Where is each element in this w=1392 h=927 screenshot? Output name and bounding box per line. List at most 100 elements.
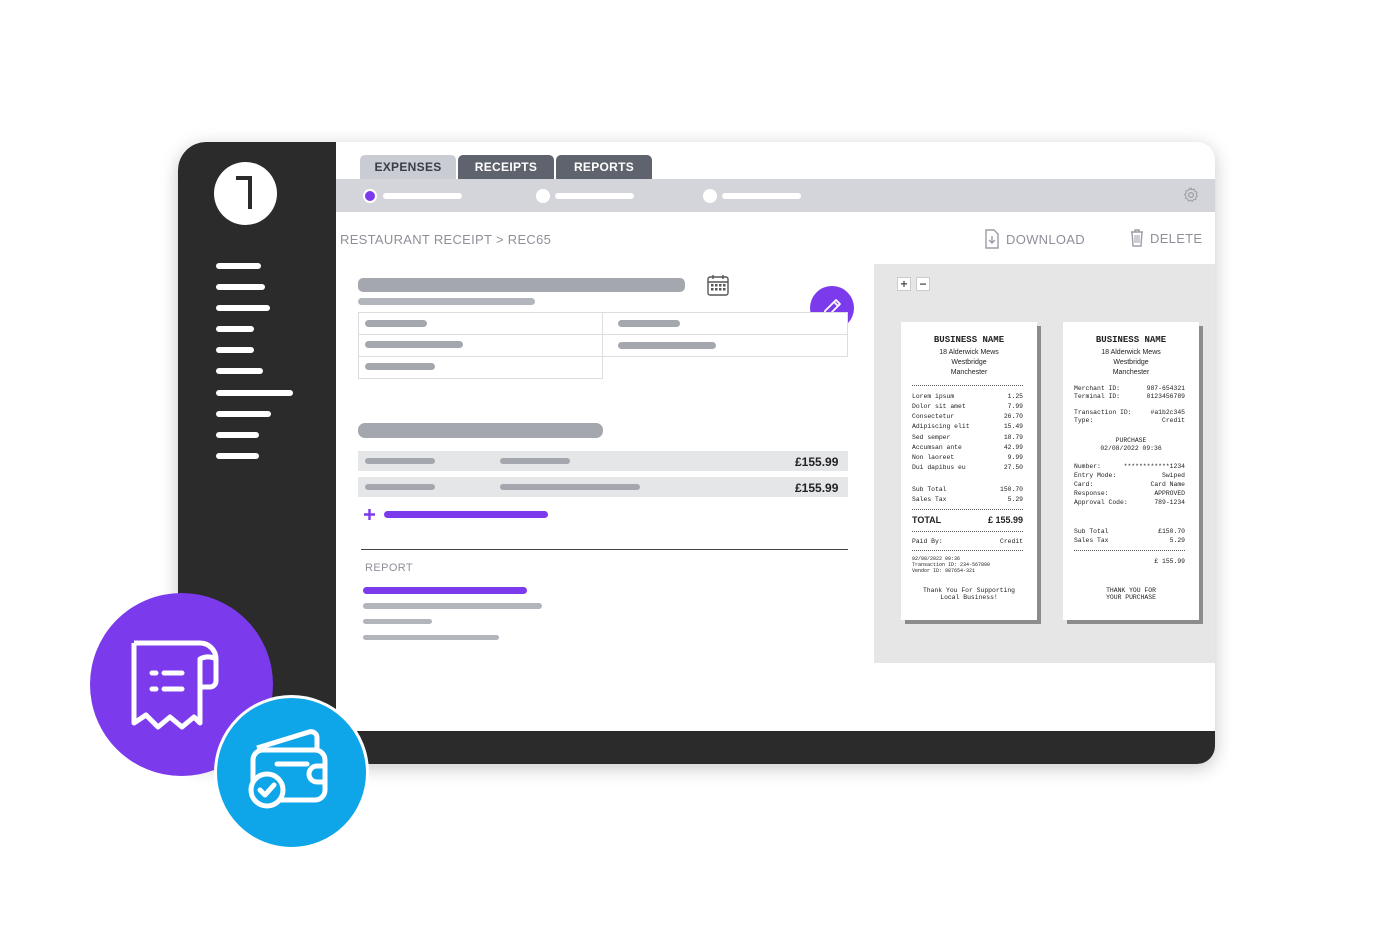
receipt-business-name: BUSINESS NAME <box>1095 335 1167 345</box>
gear-icon[interactable] <box>1182 186 1200 204</box>
receipt-address-line: Westbridge <box>951 359 987 366</box>
step-2-dot[interactable] <box>536 189 550 203</box>
add-line-item-link[interactable] <box>384 511 548 518</box>
add-line-item-icon[interactable] <box>364 509 375 520</box>
line-item-amount: £155.99 <box>795 455 839 469</box>
type-value: Credit <box>1161 417 1185 424</box>
receipt-separator <box>912 531 1023 532</box>
receipt-address-line: Manchester <box>1112 369 1150 376</box>
receipt-item: Adipiscing elit 15.49 <box>912 422 1023 431</box>
receipt-separator <box>912 550 1023 551</box>
terminal-label: Terminal ID: <box>1074 393 1121 400</box>
sidebar-item-2[interactable] <box>216 284 265 290</box>
sidebar-item-8[interactable] <box>216 411 271 417</box>
item-price: 18.79 <box>1003 434 1023 441</box>
tab-receipts[interactable]: RECEIPTS <box>458 155 554 179</box>
trash-icon <box>1131 229 1143 247</box>
subtotal-value: 150.70 <box>999 486 1023 493</box>
sidebar-item-3[interactable] <box>216 305 270 311</box>
report-link[interactable] <box>363 587 527 594</box>
sidebar-item-6[interactable] <box>216 368 263 374</box>
item-price: 42.99 <box>1003 444 1023 451</box>
download-button[interactable]: DOWNLOAD <box>984 229 1085 249</box>
receipt-item: Accumsan ante 42.99 <box>912 443 1023 452</box>
receipt-address-line: 18 Alderwick Mews <box>939 349 999 356</box>
receipt-item: Sed semper 18.79 <box>912 433 1023 442</box>
calendar-icon[interactable] <box>706 273 730 297</box>
receipt-response: Response: APPROVED <box>1074 489 1185 498</box>
item-name: Adipiscing elit <box>912 423 970 430</box>
plus-icon: + <box>900 277 908 291</box>
step-3-line <box>722 193 801 199</box>
step-3-dot[interactable] <box>703 189 717 203</box>
tax-value: 5.29 <box>1007 496 1023 503</box>
logo-mark-icon <box>236 176 252 209</box>
tax-label: Sales Tax <box>912 496 947 503</box>
delete-button[interactable]: DELETE <box>1130 229 1202 247</box>
terminal-value: 0123456789 <box>1146 393 1185 400</box>
item-price: 26.70 <box>1003 413 1023 420</box>
receipt-item: Dui dapibus eu 27.50 <box>912 463 1023 472</box>
subtotal-label: Sub Total <box>1074 528 1109 535</box>
step-2-line <box>555 193 634 199</box>
field-value <box>618 320 680 327</box>
download-icon <box>985 229 999 249</box>
breadcrumb: RESTAURANT RECEIPT > REC65 <box>340 232 552 247</box>
receipt-preview-1[interactable]: BUSINESS NAME 18 Alderwick Mews Westbrid… <box>901 322 1037 620</box>
field-value <box>365 320 427 327</box>
receipt-tax: Sales Tax 5.29 <box>912 495 1023 504</box>
tab-expenses[interactable]: EXPENSES <box>360 155 456 179</box>
receipt-footer: YOUR PURCHASE <box>1106 594 1156 601</box>
delete-label: DELETE <box>1150 230 1203 246</box>
expense-subtitle-placeholder <box>358 298 535 305</box>
receipt-footer: Thank You For Supporting <box>922 587 1016 594</box>
zoom-in-button[interactable]: + <box>897 277 911 291</box>
sidebar-item-7[interactable] <box>216 390 293 396</box>
receipt-address-line: 18 Alderwick Mews <box>1101 349 1161 356</box>
sidebar-item-10[interactable] <box>216 453 259 459</box>
receipt-entry-mode: Entry Mode: Swiped <box>1074 471 1185 480</box>
receipt-item: Dolor sit amet 7.99 <box>912 402 1023 411</box>
step-1-dot[interactable] <box>363 189 377 203</box>
logo[interactable] <box>214 162 277 225</box>
receipt-address-line: Westbridge <box>1113 359 1149 366</box>
entry-value: Swiped <box>1161 472 1185 479</box>
receipt-separator <box>912 509 1023 510</box>
item-name: Non laoreet <box>912 454 955 461</box>
sidebar-item-1[interactable] <box>216 263 261 269</box>
receipt-preview-2[interactable]: BUSINESS NAME 18 Alderwick Mews Westbrid… <box>1063 322 1199 620</box>
step-1-line <box>383 193 462 199</box>
approval-value: 789-1234 <box>1154 499 1185 506</box>
tab-reports[interactable]: REPORTS <box>556 155 652 179</box>
receipt-total: £ 155.99 <box>1074 557 1185 566</box>
card-label: Card: <box>1074 481 1094 488</box>
line-items-heading-placeholder <box>358 423 603 438</box>
receipt-item: Lorem ipsum 1.25 <box>912 392 1023 401</box>
expense-title-placeholder <box>358 278 685 292</box>
receipt-item: Non laoreet 9.99 <box>912 453 1023 462</box>
sidebar-item-5[interactable] <box>216 347 254 353</box>
item-name: Sed semper <box>912 434 951 441</box>
receipt-tax: Sales Tax 5.29 <box>1074 536 1185 545</box>
tax-label: Sales Tax <box>1074 537 1109 544</box>
sidebar-item-9[interactable] <box>216 432 259 438</box>
sidebar-item-4[interactable] <box>216 326 254 332</box>
app-window: EXPENSES RECEIPTS REPORTS RESTAURANT REC… <box>178 142 1215 764</box>
item-name: Dui dapibus eu <box>912 464 966 471</box>
zoom-out-button[interactable]: − <box>916 277 930 291</box>
receipt-icon <box>131 640 219 730</box>
receipt-subtotal: Sub Total £150.70 <box>1074 527 1185 536</box>
receipt-paid-by: Paid By: Credit <box>912 537 1023 546</box>
item-name: Lorem ipsum <box>912 393 955 400</box>
field-value <box>365 341 463 348</box>
item-price: 1.25 <box>1007 393 1023 400</box>
line-item-amount: £155.99 <box>795 481 839 495</box>
item-price: 27.50 <box>1003 464 1023 471</box>
receipt-business-name: BUSINESS NAME <box>933 335 1005 345</box>
response-label: Response: <box>1074 490 1109 497</box>
receipt-card-number: Number: ************1234 <box>1074 462 1185 471</box>
receipt-card: Card: Card Name <box>1074 480 1185 489</box>
receipt-item: Consectetur 26.70 <box>912 412 1023 421</box>
report-line <box>363 603 542 609</box>
subtotal-label: Sub Total <box>912 486 947 493</box>
